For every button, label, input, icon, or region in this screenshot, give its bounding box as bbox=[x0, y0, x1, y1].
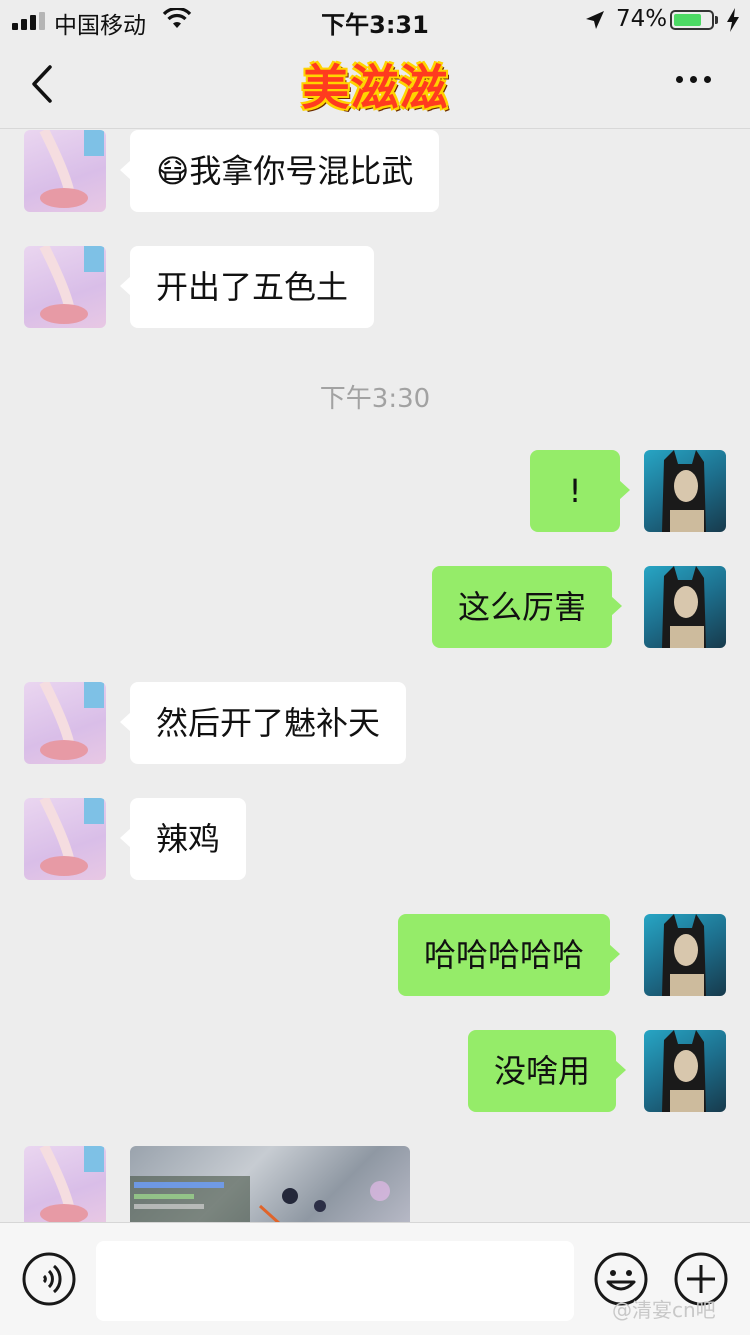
avatar-illustration bbox=[39, 1146, 104, 1222]
message-bubble[interactable]: 😷我拿你号混比武 bbox=[119, 130, 440, 212]
emoji-icon-sick: 😷 bbox=[156, 152, 190, 190]
avatar-illustration bbox=[39, 130, 104, 208]
watermark: @清宴cn吧 bbox=[612, 1298, 716, 1322]
avatar-self[interactable] bbox=[644, 914, 726, 996]
battery-fill bbox=[674, 14, 701, 26]
charging-bolt-icon bbox=[727, 8, 739, 32]
message-text: 我拿你号混比武 bbox=[189, 152, 414, 190]
chat-title: 美滋滋 bbox=[301, 60, 449, 116]
message-text: 哈哈哈哈哈 bbox=[424, 936, 585, 974]
avatar-friend[interactable] bbox=[24, 798, 106, 880]
message-text: ! bbox=[568, 472, 582, 510]
battery-icon bbox=[670, 10, 714, 30]
avatar-illustration bbox=[662, 450, 706, 532]
message-text: 没啥用 bbox=[494, 1052, 591, 1090]
avatar-illustration bbox=[662, 914, 706, 996]
avatar-self[interactable] bbox=[644, 566, 726, 648]
chat-header: 美滋滋 bbox=[0, 40, 750, 129]
image-message[interactable] bbox=[130, 1146, 410, 1224]
message-bubble-self[interactable]: ! bbox=[530, 450, 630, 532]
avatar-friend[interactable] bbox=[24, 130, 106, 212]
avatar-friend[interactable] bbox=[24, 682, 106, 764]
game-screenshot-thumbnail bbox=[130, 1176, 390, 1224]
location-arrow-icon bbox=[586, 11, 604, 29]
avatar-illustration bbox=[662, 1030, 706, 1112]
avatar-friend[interactable] bbox=[24, 246, 106, 328]
battery-percent: 74% bbox=[616, 6, 668, 32]
avatar-illustration bbox=[39, 682, 104, 760]
message-text: 这么厉害 bbox=[458, 588, 587, 626]
message-bubble-self[interactable]: 这么厉害 bbox=[432, 566, 623, 648]
timestamp: 下午3:30 bbox=[319, 384, 431, 414]
message-text: 开出了五色土 bbox=[156, 268, 349, 306]
message-bubble-self[interactable]: 没啥用 bbox=[468, 1030, 627, 1112]
avatar-illustration bbox=[39, 246, 104, 324]
message-bubble[interactable]: 然后开了魅补天 bbox=[119, 682, 407, 764]
avatar-self[interactable] bbox=[644, 450, 726, 532]
message-bubble-self[interactable]: 哈哈哈哈哈 bbox=[398, 914, 621, 996]
battery-cap bbox=[715, 16, 718, 24]
avatar-friend[interactable] bbox=[24, 1146, 106, 1222]
avatar-self[interactable] bbox=[644, 1030, 726, 1112]
avatar-illustration bbox=[662, 566, 706, 648]
more-dots-icon[interactable] bbox=[676, 76, 711, 83]
voice-icon[interactable] bbox=[22, 1252, 76, 1306]
message-text: 然后开了魅补天 bbox=[156, 704, 381, 742]
message-text: 辣鸡 bbox=[156, 820, 221, 858]
message-input[interactable] bbox=[96, 1241, 574, 1321]
avatar-illustration bbox=[39, 798, 104, 876]
message-bubble[interactable]: 开出了五色土 bbox=[119, 246, 375, 328]
message-bubble[interactable]: 辣鸡 bbox=[119, 798, 247, 880]
status-bar: 中国移动 下午3:31 74% bbox=[0, 0, 750, 40]
